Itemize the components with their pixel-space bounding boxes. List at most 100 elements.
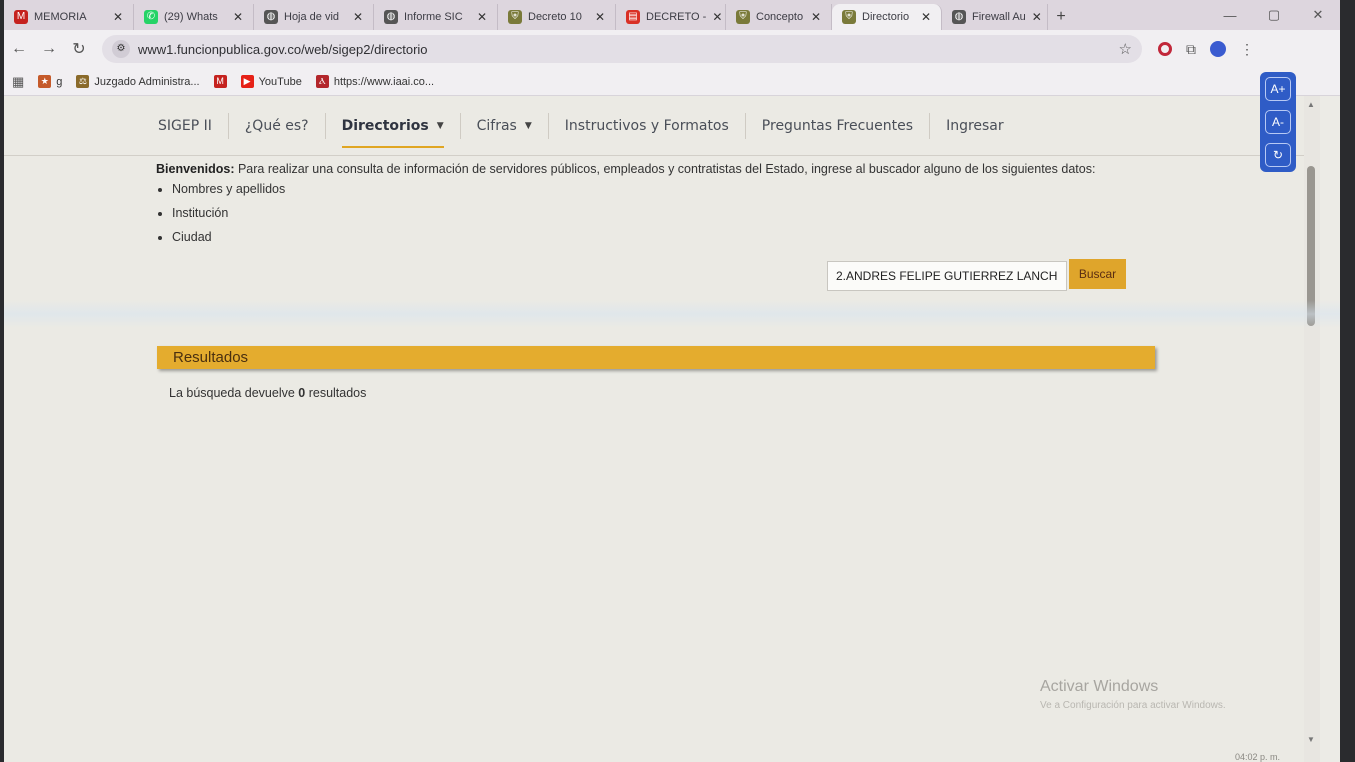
list-item: Ciudad: [172, 230, 1095, 244]
minimize-icon[interactable]: —: [1208, 8, 1252, 23]
tab-decreto[interactable]: ⛨ Decreto 10 ✕: [498, 4, 616, 30]
pdf-icon: ▤: [626, 10, 640, 24]
list-item: Institución: [172, 206, 1095, 220]
menu-icon[interactable]: ⋮: [1240, 41, 1254, 58]
reload-icon[interactable]: ↻: [64, 39, 94, 59]
bookmarks-bar: ▦ ★ g ⚖ Juzgado Administra... M ▶ YouTub…: [4, 68, 1340, 96]
bookmark-icon: ★: [38, 75, 52, 88]
apps-icon[interactable]: ▦: [12, 74, 24, 90]
intro-bold: Bienvenidos:: [156, 162, 235, 176]
court-icon: ⚖: [76, 75, 90, 88]
maximize-icon[interactable]: ▢: [1252, 7, 1296, 23]
tab-label: MEMORIA: [34, 11, 87, 23]
page-scrollbar[interactable]: ▲ ▼: [1304, 96, 1320, 762]
globe-icon: ◍: [952, 10, 966, 24]
opera-extension-icon[interactable]: [1158, 42, 1172, 56]
nav-label: Ingresar: [946, 117, 1004, 134]
site-settings-icon[interactable]: ⚙: [112, 40, 130, 58]
search-criteria-list: Nombres y apellidos Institución Ciudad: [156, 182, 1095, 244]
bookmark-star-icon[interactable]: ☆: [1119, 40, 1132, 58]
watermark-title: Activar Windows: [1040, 678, 1159, 695]
tab-label: Directorio: [862, 11, 910, 23]
tab-label: Firewall Au: [972, 11, 1026, 23]
extensions-icon[interactable]: ⧉: [1186, 41, 1196, 58]
profile-avatar[interactable]: [1210, 41, 1226, 57]
nav-preguntas[interactable]: Preguntas Frecuentes: [746, 112, 931, 139]
bookmark-gmail[interactable]: M: [213, 75, 227, 88]
bookmark-label: YouTube: [258, 75, 302, 88]
youtube-icon: ▶: [240, 75, 254, 88]
new-tab-button[interactable]: +: [1048, 4, 1074, 30]
nav-label: SIGEP II: [158, 117, 212, 134]
taskbar-clock: 04:02 p. m.: [1234, 752, 1280, 762]
tab-label: DECRETO -: [646, 11, 707, 23]
increase-font-button[interactable]: A+: [1265, 76, 1291, 101]
page-content: SIGEP II ¿Qué es? Directorios ▼ Cifras ▼ I…: [4, 96, 1304, 762]
close-icon[interactable]: ✕: [233, 10, 243, 24]
results-prefix: La búsqueda devuelve: [169, 386, 299, 400]
shield-icon: ⛨: [508, 10, 522, 24]
url-text: www1.funcionpublica.gov.co/web/sigep2/di…: [138, 41, 428, 57]
caret-down-icon: ▼: [436, 120, 444, 131]
bookmark-iaai[interactable]: Ⲁ https://www.iaai.co...: [315, 75, 434, 88]
nav-ingresar[interactable]: Ingresar: [930, 113, 1020, 139]
nav-instructivos[interactable]: Instructivos y Formatos: [549, 112, 746, 139]
tab-label: (29) Whats: [164, 11, 218, 23]
close-icon[interactable]: ✕: [477, 10, 487, 24]
reset-font-button[interactable]: ↻: [1265, 143, 1291, 168]
nav-cifras[interactable]: Cifras ▼: [461, 112, 549, 139]
back-icon[interactable]: ←: [4, 40, 34, 58]
nav-label: Cifras: [476, 117, 517, 134]
globe-icon: ◍: [264, 10, 278, 24]
tab-whatsapp[interactable]: ✆ (29) Whats ✕: [134, 4, 254, 30]
nav-que-es[interactable]: ¿Qué es?: [229, 112, 326, 139]
nav-label: Directorios: [341, 117, 429, 134]
nav-label: ¿Qué es?: [244, 117, 309, 134]
bookmark-label: g: [56, 75, 63, 88]
bookmark-youtube[interactable]: ▶ YouTube: [240, 75, 302, 88]
close-icon[interactable]: ✕: [921, 10, 931, 24]
nav-directorios[interactable]: Directorios ▼: [326, 112, 461, 148]
shield-icon: ⛨: [842, 10, 856, 24]
shield-icon: ⛨: [736, 10, 750, 24]
site-nav: SIGEP II ¿Qué es? Directorios ▼ Cifras ▼ I…: [4, 96, 1304, 156]
address-bar[interactable]: ⚙ www1.funcionpublica.gov.co/web/sigep2/…: [102, 35, 1142, 63]
tab-label: Concepto: [756, 11, 804, 23]
decrease-font-button[interactable]: A-: [1265, 109, 1291, 134]
search-button[interactable]: Buscar: [1069, 259, 1126, 289]
nav-label: Preguntas Frecuentes: [761, 117, 914, 134]
bookmark-g[interactable]: ★ g: [38, 75, 62, 88]
scroll-up-icon[interactable]: ▲: [1307, 100, 1315, 109]
tab-concepto[interactable]: ⛨ Concepto ✕: [726, 4, 832, 30]
forward-icon[interactable]: →: [34, 40, 64, 58]
tab-firewall[interactable]: ◍ Firewall Au ✕: [942, 4, 1048, 30]
scrollbar-thumb[interactable]: [1307, 166, 1315, 326]
iaai-icon: Ⲁ: [315, 75, 329, 88]
tab-memoria[interactable]: M MEMORIA ✕: [4, 4, 134, 30]
scroll-down-icon[interactable]: ▼: [1307, 735, 1315, 744]
accessibility-toolbar: A+ A- ↻: [1260, 72, 1296, 172]
results-summary: La búsqueda devuelve 0 resultados: [169, 386, 366, 400]
tab-label: Decreto 10: [528, 11, 582, 23]
tab-strip: M MEMORIA ✕ ✆ (29) Whats ✕ ◍ Hoja de vid…: [4, 0, 1340, 30]
close-icon[interactable]: ✕: [1032, 10, 1042, 24]
close-icon[interactable]: ✕: [811, 10, 821, 24]
nav-sigep[interactable]: SIGEP II: [142, 112, 229, 139]
list-item: Nombres y apellidos: [172, 182, 1095, 196]
globe-icon: ◍: [384, 10, 398, 24]
bookmark-label: Juzgado Administra...: [94, 75, 200, 88]
close-window-icon[interactable]: ✕: [1296, 7, 1340, 23]
tab-directorio[interactable]: ⛨ Directorio ✕: [832, 4, 942, 30]
bookmark-juzgado[interactable]: ⚖ Juzgado Administra...: [76, 75, 200, 88]
nav-label: Instructivos y Formatos: [564, 117, 729, 134]
tab-decreto-pdf[interactable]: ▤ DECRETO - ✕: [616, 4, 726, 30]
close-icon[interactable]: ✕: [595, 10, 605, 24]
search-input[interactable]: [827, 261, 1067, 291]
tab-hoja-de-vida[interactable]: ◍ Hoja de vid ✕: [254, 4, 374, 30]
caret-down-icon: ▼: [524, 120, 532, 131]
close-icon[interactable]: ✕: [353, 10, 363, 24]
address-toolbar: ← → ↻ ⚙ www1.funcionpublica.gov.co/web/s…: [4, 30, 1340, 68]
close-icon[interactable]: ✕: [113, 10, 123, 24]
close-icon[interactable]: ✕: [712, 10, 722, 24]
tab-informe-sic[interactable]: ◍ Informe SIC ✕: [374, 4, 498, 30]
